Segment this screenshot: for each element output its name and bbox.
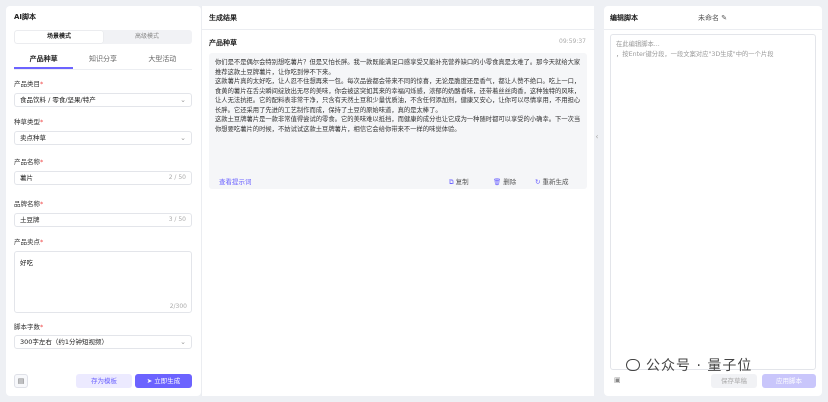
word-count-select[interactable]: 300字左右（约1分钟短视频） ⌄ [14, 335, 192, 349]
chevron-down-icon: ⌄ [180, 96, 186, 104]
tab-events[interactable]: 大型活动 [133, 52, 192, 69]
word-count-label: 脚本字数* [14, 323, 44, 331]
seed-type-label: 种草类型* [14, 118, 44, 126]
word-count-value: 300字左右（约1分钟短视频） [20, 338, 109, 346]
result-header: 生成结果 [202, 6, 595, 30]
product-name-value: 薯片 [20, 174, 33, 182]
chevron-down-icon: ⌄ [180, 134, 186, 142]
card-title: 产品种草 [209, 39, 237, 47]
tab-bar: 产品种草 知识分享 大型活动 [14, 52, 192, 70]
editor-placeholder-line-1: 在此编辑脚本... [616, 41, 660, 48]
delete-button[interactable]: 🗑 删除 [493, 176, 516, 186]
category-value: 食品饮料 / 零食/坚果/特产 [20, 96, 96, 104]
edit-pencil-icon: ✎ [721, 14, 728, 22]
script-name[interactable]: 未命名 ✎ [698, 13, 727, 23]
left-panel: AI脚本 场景模式 高级模式 产品种草 知识分享 大型活动 产品类目* 食品饮料… [6, 6, 201, 396]
mode-toggle: 场景模式 高级模式 [14, 30, 192, 44]
save-draft-button[interactable]: 保存草稿 [711, 374, 757, 388]
collapse-chevron-icon[interactable]: ‹ [593, 128, 601, 146]
brand-name-input[interactable]: 土豆牌 3 / 50 [14, 213, 192, 227]
seed-type-select[interactable]: 卖点种草 ⌄ [14, 131, 192, 145]
selling-points-textarea[interactable]: 好吃 2/300 [14, 251, 192, 313]
editor-title: 编辑脚本 [610, 14, 638, 22]
product-name-input[interactable]: 薯片 2 / 50 [14, 171, 192, 185]
card-time: 09:59:37 [559, 38, 586, 45]
wechat-icon [626, 359, 640, 371]
char-count: 2/300 [169, 303, 187, 310]
apply-script-button[interactable]: 应用脚本 [762, 374, 816, 388]
save-template-button[interactable]: 存为模板 [76, 374, 132, 388]
mode-advanced[interactable]: 高级模式 [103, 31, 191, 43]
result-actions: 查看提示词 ⧉ 复制 🗑 删除 ↻ 重新生成 [209, 174, 587, 188]
char-count: 2 / 50 [168, 174, 186, 181]
tab-product-seeding[interactable]: 产品种草 [14, 52, 74, 69]
brand-name-label: 品牌名称* [14, 200, 44, 208]
watermark: 公众号 · 量子位 [626, 355, 752, 375]
generate-label: 立即生成 [154, 377, 181, 385]
view-prompt-link[interactable]: 查看提示词 [219, 176, 252, 186]
editor-header: 编辑脚本 未命名 ✎ [604, 6, 822, 30]
seed-type-value: 卖点种草 [20, 134, 46, 142]
result-card: 你们是不是偶尔会特别想吃薯片？但是又怕长胖。我一款既能满足口感享受又能补充营养缺… [209, 53, 587, 189]
char-count: 3 / 50 [168, 216, 186, 223]
history-icon[interactable]: ▤ [14, 374, 28, 388]
regenerate-button[interactable]: ↻ 重新生成 [535, 176, 568, 186]
editor-placeholder-line-2: ，按Enter键分段，一段文案对应"3D生成"中的一个片段 [616, 51, 774, 58]
generate-button[interactable]: ➤ 立即生成 [135, 374, 192, 388]
mode-scene[interactable]: 场景模式 [15, 31, 103, 43]
script-editor[interactable]: 在此编辑脚本... ，按Enter键分段，一段文案对应"3D生成"中的一个片段 [610, 34, 816, 370]
category-label: 产品类目* [14, 80, 44, 88]
result-panel: 生成结果 产品种草 09:59:37 你们是不是偶尔会特别想吃薯片？但是又怕长胖… [201, 6, 595, 396]
editor-panel: 编辑脚本 未命名 ✎ 在此编辑脚本... ，按Enter键分段，一段文案对应"3… [604, 6, 822, 396]
product-name-label: 产品名称* [14, 158, 44, 166]
copy-icon: ⧉ [449, 178, 454, 186]
refresh-icon: ↻ [535, 178, 541, 186]
chevron-down-icon: ⌄ [180, 338, 186, 346]
brand-name-value: 土豆牌 [20, 216, 40, 224]
image-icon[interactable]: ▣ [614, 376, 621, 384]
tab-knowledge[interactable]: 知识分享 [73, 52, 132, 69]
panel-title: AI脚本 [14, 13, 37, 21]
copy-button[interactable]: ⧉ 复制 [449, 176, 469, 187]
selling-points-label: 产品卖点* [14, 238, 44, 246]
result-content: 你们是不是偶尔会特别想吃薯片？但是又怕长胖。我一款既能满足口感享受又能补充营养缺… [215, 59, 581, 133]
trash-icon: 🗑 [493, 178, 502, 186]
category-select[interactable]: 食品饮料 / 零食/坚果/特产 ⌄ [14, 93, 192, 107]
selling-points-value: 好吃 [20, 259, 33, 267]
result-title: 生成结果 [209, 14, 237, 22]
